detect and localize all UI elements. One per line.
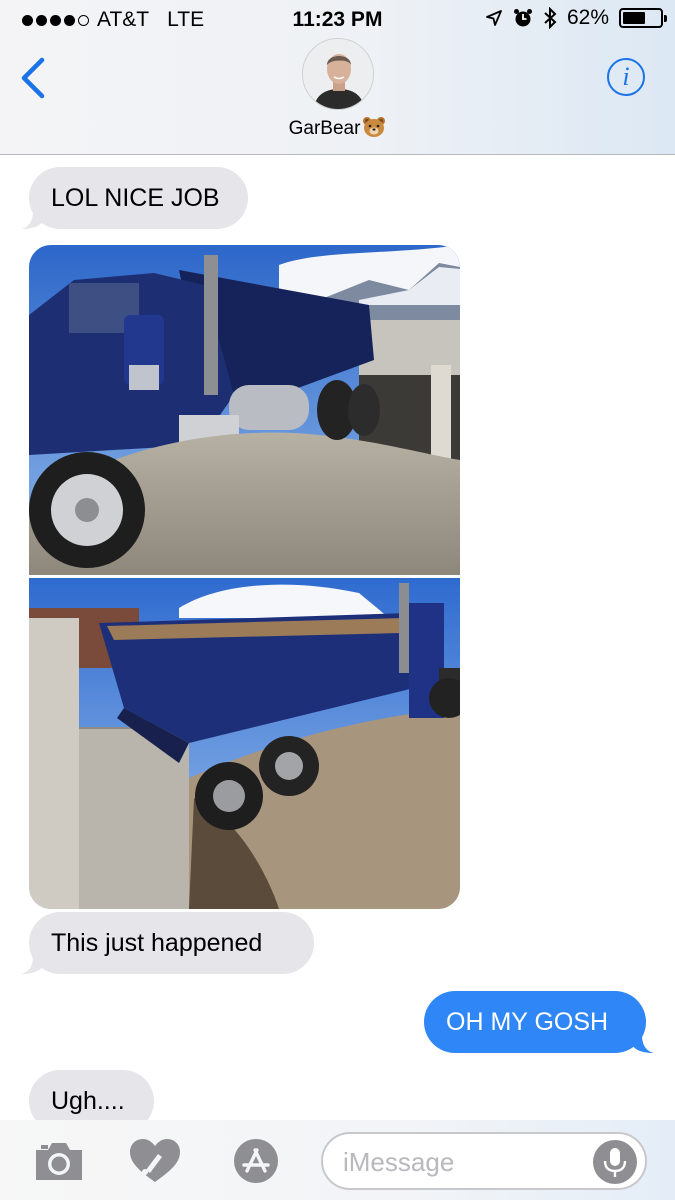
dump-truck-photo-1[interactable] <box>29 245 460 575</box>
bluetooth-icon <box>544 7 557 29</box>
microphone-icon <box>603 1148 627 1177</box>
location-arrow-icon <box>486 10 502 26</box>
microphone-button[interactable] <box>593 1140 637 1184</box>
alarm-clock-icon <box>513 9 532 27</box>
message-bubble-incoming[interactable]: LOL NICE JOB <box>21 167 248 229</box>
app-store-icon <box>234 1139 278 1183</box>
message-bubble-incoming[interactable]: This just happened <box>21 912 314 974</box>
dump-truck-photo-2[interactable] <box>29 578 460 909</box>
conversation-header: AT&T LTE 11:23 PM 62% GarBear i <box>0 0 675 155</box>
info-button[interactable]: i <box>607 58 645 96</box>
digital-touch-button[interactable] <box>128 1138 182 1184</box>
battery-icon <box>619 8 667 28</box>
camera-icon <box>36 1143 82 1180</box>
message-bubble-outgoing[interactable]: OH MY GOSH <box>424 991 654 1053</box>
battery-percentage: 62% <box>566 6 609 29</box>
imessage-input[interactable] <box>321 1132 647 1190</box>
camera-button[interactable] <box>32 1138 86 1184</box>
imessage-text-field[interactable] <box>343 1143 583 1181</box>
status-bar: AT&T LTE 11:23 PM 62% <box>0 0 675 40</box>
app-store-button[interactable] <box>226 1138 280 1184</box>
chevron-left-icon <box>21 57 45 99</box>
message-composer <box>0 1120 675 1200</box>
contact-name[interactable]: GarBear <box>0 116 675 140</box>
back-button[interactable] <box>16 56 56 100</box>
contact-avatar[interactable] <box>302 38 374 110</box>
digital-touch-icon <box>130 1139 180 1182</box>
status-right: 62% <box>485 6 667 30</box>
bear-face-icon <box>363 117 386 137</box>
photo-attachment-group[interactable] <box>29 245 460 909</box>
